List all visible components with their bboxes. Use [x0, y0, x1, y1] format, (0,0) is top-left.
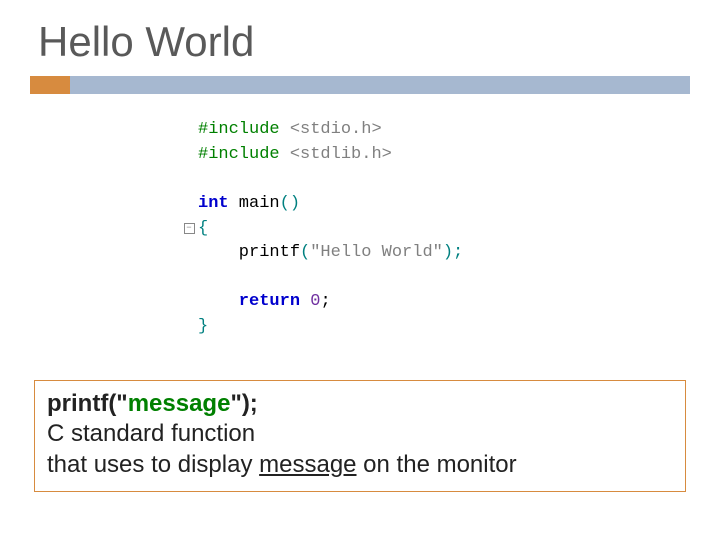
- title-rule: [30, 76, 690, 94]
- info-l3b: message: [259, 451, 356, 478]
- code-printf: printf: [198, 241, 300, 266]
- code-block: #include <stdio.h> #include <stdlib.h> i…: [180, 118, 690, 340]
- info-box: printf("message"); C standard function t…: [34, 380, 686, 492]
- code-include-1b: <stdio.h>: [290, 118, 382, 143]
- fold-icon: −: [180, 223, 198, 234]
- code-rbrace: }: [198, 315, 208, 340]
- code-string: "Hello World": [310, 241, 443, 266]
- code-include-1a: #include: [198, 118, 290, 143]
- info-line-1: printf("message");: [47, 389, 673, 420]
- info-l1a: printf(": [47, 390, 128, 417]
- rule-blue: [70, 76, 690, 94]
- code-paren-open: (: [300, 241, 310, 266]
- info-line-3: that uses to display message on the moni…: [47, 450, 673, 481]
- info-l3c: on the monitor: [357, 451, 517, 478]
- code-main: main: [229, 192, 280, 217]
- code-zero: 0: [300, 290, 320, 315]
- code-return: return: [198, 290, 300, 315]
- code-include-2b: <stdlib.h>: [290, 143, 392, 168]
- slide-title: Hello World: [38, 18, 690, 66]
- code-int: int: [198, 192, 229, 217]
- code-parens: (): [280, 192, 300, 217]
- rule-orange: [30, 76, 70, 94]
- code-include-2a: #include: [198, 143, 290, 168]
- code-lbrace: {: [198, 217, 208, 242]
- info-l3a: that uses to display: [47, 451, 259, 478]
- info-l1c: ");: [230, 390, 257, 417]
- info-l1b: message: [128, 390, 231, 417]
- code-paren-close: );: [443, 241, 463, 266]
- info-line-2: C standard function: [47, 419, 673, 450]
- code-semi: ;: [320, 290, 330, 315]
